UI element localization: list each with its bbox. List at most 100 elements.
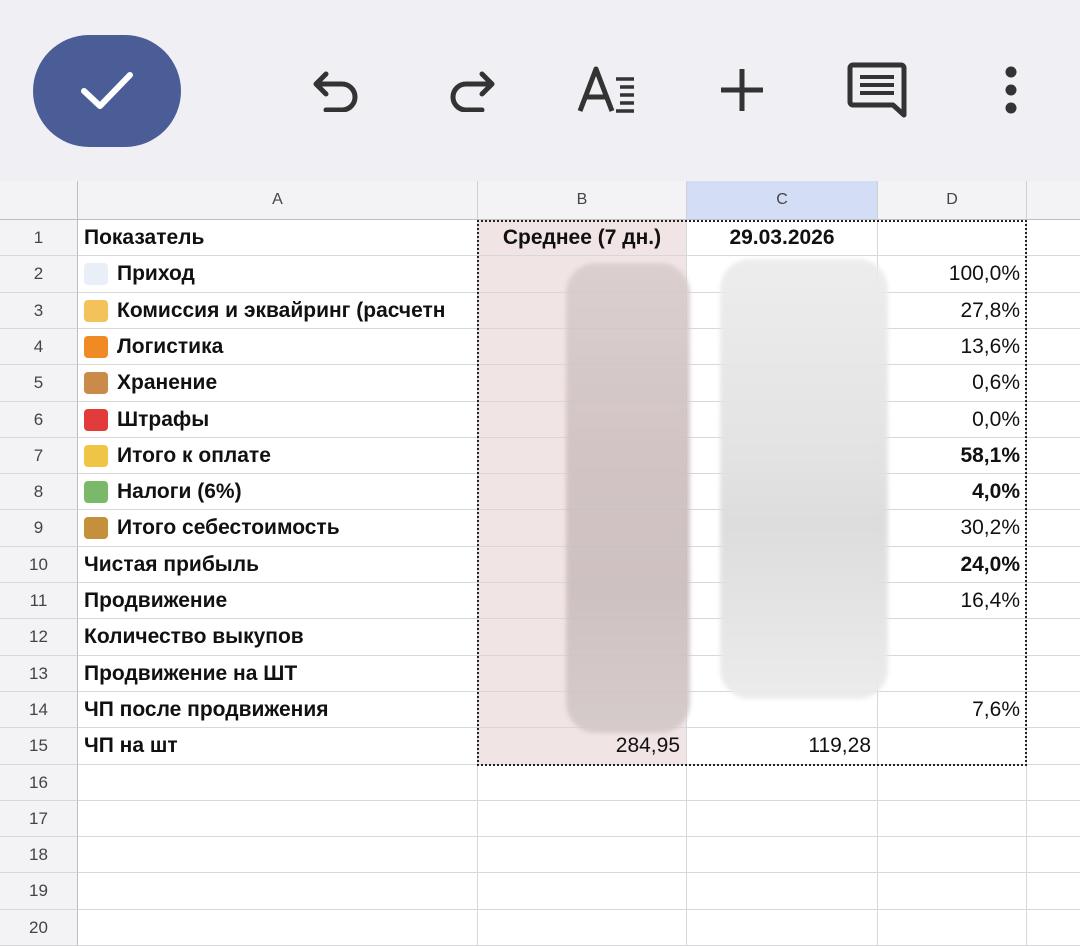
cell-e[interactable] [1027,619,1080,656]
cell-e[interactable] [1027,910,1080,946]
cell-a[interactable] [78,873,478,910]
spreadsheet-grid[interactable]: A B C D 1 Показатель Среднее (7 дн.) 29.03.… [0,181,1080,946]
row-header[interactable]: 5 [0,365,78,402]
cell-a[interactable] [78,837,478,873]
cell-c[interactable] [687,873,878,910]
cell-a[interactable]: Приход [78,256,478,293]
cell-d[interactable]: 7,6% [878,692,1027,728]
cell-d[interactable] [878,801,1027,837]
column-header-c[interactable]: C [687,181,878,220]
cell-e[interactable] [1027,220,1080,256]
confirm-button[interactable] [33,35,181,147]
cell-d[interactable]: 0,6% [878,365,1027,402]
cell-d[interactable] [878,619,1027,656]
cell-a[interactable] [78,801,478,837]
cell-a[interactable]: Штрафы [78,402,478,438]
cell-a[interactable]: ЧП на шт [78,728,478,765]
cell-c[interactable] [687,801,878,837]
cell-a[interactable]: Комиссия и эквайринг (расчетн [78,293,478,329]
cell-d[interactable]: 24,0% [878,547,1027,583]
cell-d[interactable]: 58,1% [878,438,1027,474]
cell-c[interactable]: 29.03.2026 [687,220,878,256]
cell-c[interactable] [687,910,878,946]
column-header-a[interactable]: A [78,181,478,220]
cell-a[interactable]: Итого себестоимость [78,510,478,547]
cell-b[interactable] [478,801,687,837]
cell-d[interactable] [878,728,1027,765]
cell-a[interactable]: Логистика [78,329,478,365]
redo-button[interactable] [436,55,506,125]
cell-d[interactable] [878,837,1027,873]
column-header-d[interactable]: D [878,181,1027,220]
cell-e[interactable] [1027,474,1080,510]
cell-a[interactable] [78,910,478,946]
cell-e[interactable] [1027,256,1080,293]
cell-a[interactable]: Хранение [78,365,478,402]
cell-d[interactable] [878,873,1027,910]
more-button[interactable] [976,55,1046,125]
cell-d[interactable] [878,220,1027,256]
row-header[interactable]: 3 [0,293,78,329]
cell-a[interactable]: Итого к оплате [78,438,478,474]
cell-d[interactable]: 100,0% [878,256,1027,293]
cell-a[interactable] [78,765,478,801]
cell-c[interactable]: 119,28 [687,728,878,765]
row-header[interactable]: 7 [0,438,78,474]
row-header[interactable]: 16 [0,765,78,801]
cell-e[interactable] [1027,837,1080,873]
cell-e[interactable] [1027,547,1080,583]
cell-d[interactable] [878,765,1027,801]
cell-d[interactable]: 16,4% [878,583,1027,619]
cell-d[interactable]: 4,0% [878,474,1027,510]
cell-b[interactable] [478,765,687,801]
row-header[interactable]: 11 [0,583,78,619]
cell-b[interactable] [478,837,687,873]
cell-c[interactable] [687,765,878,801]
cell-e[interactable] [1027,293,1080,329]
row-header[interactable]: 20 [0,910,78,946]
cell-a[interactable]: Количество выкупов [78,619,478,656]
cell-e[interactable] [1027,656,1080,692]
cell-b[interactable]: Среднее (7 дн.) [478,220,687,256]
cell-e[interactable] [1027,765,1080,801]
column-header-e[interactable] [1027,181,1080,220]
cell-a[interactable]: Показатель [78,220,478,256]
cell-c[interactable] [687,837,878,873]
row-header[interactable]: 12 [0,619,78,656]
cell-e[interactable] [1027,510,1080,547]
cell-a[interactable]: Чистая прибыль [78,547,478,583]
cell-e[interactable] [1027,329,1080,365]
row-header[interactable]: 4 [0,329,78,365]
row-header[interactable]: 9 [0,510,78,547]
row-header[interactable]: 1 [0,220,78,256]
row-header[interactable]: 14 [0,692,78,728]
cell-b[interactable] [478,910,687,946]
row-header[interactable]: 2 [0,256,78,293]
cell-d[interactable]: 30,2% [878,510,1027,547]
cell-d[interactable]: 13,6% [878,329,1027,365]
row-header[interactable]: 15 [0,728,78,765]
cell-e[interactable] [1027,801,1080,837]
cell-a[interactable]: Продвижение [78,583,478,619]
insert-button[interactable] [707,55,777,125]
comment-button[interactable] [842,55,912,125]
row-header[interactable]: 19 [0,873,78,910]
cell-a[interactable]: Продвижение на ШТ [78,656,478,692]
cell-d[interactable]: 0,0% [878,402,1027,438]
cell-e[interactable] [1027,583,1080,619]
row-header[interactable]: 8 [0,474,78,510]
undo-button[interactable] [302,55,372,125]
cell-e[interactable] [1027,692,1080,728]
cell-e[interactable] [1027,402,1080,438]
cell-d[interactable] [878,656,1027,692]
cell-a[interactable]: ЧП после продвижения [78,692,478,728]
row-header[interactable]: 13 [0,656,78,692]
row-header[interactable]: 18 [0,837,78,873]
text-format-button[interactable] [572,55,642,125]
row-header[interactable]: 10 [0,547,78,583]
cell-a[interactable]: Налоги (6%) [78,474,478,510]
cell-b[interactable] [478,873,687,910]
column-header-b[interactable]: B [478,181,687,220]
cell-d[interactable]: 27,8% [878,293,1027,329]
cell-e[interactable] [1027,438,1080,474]
